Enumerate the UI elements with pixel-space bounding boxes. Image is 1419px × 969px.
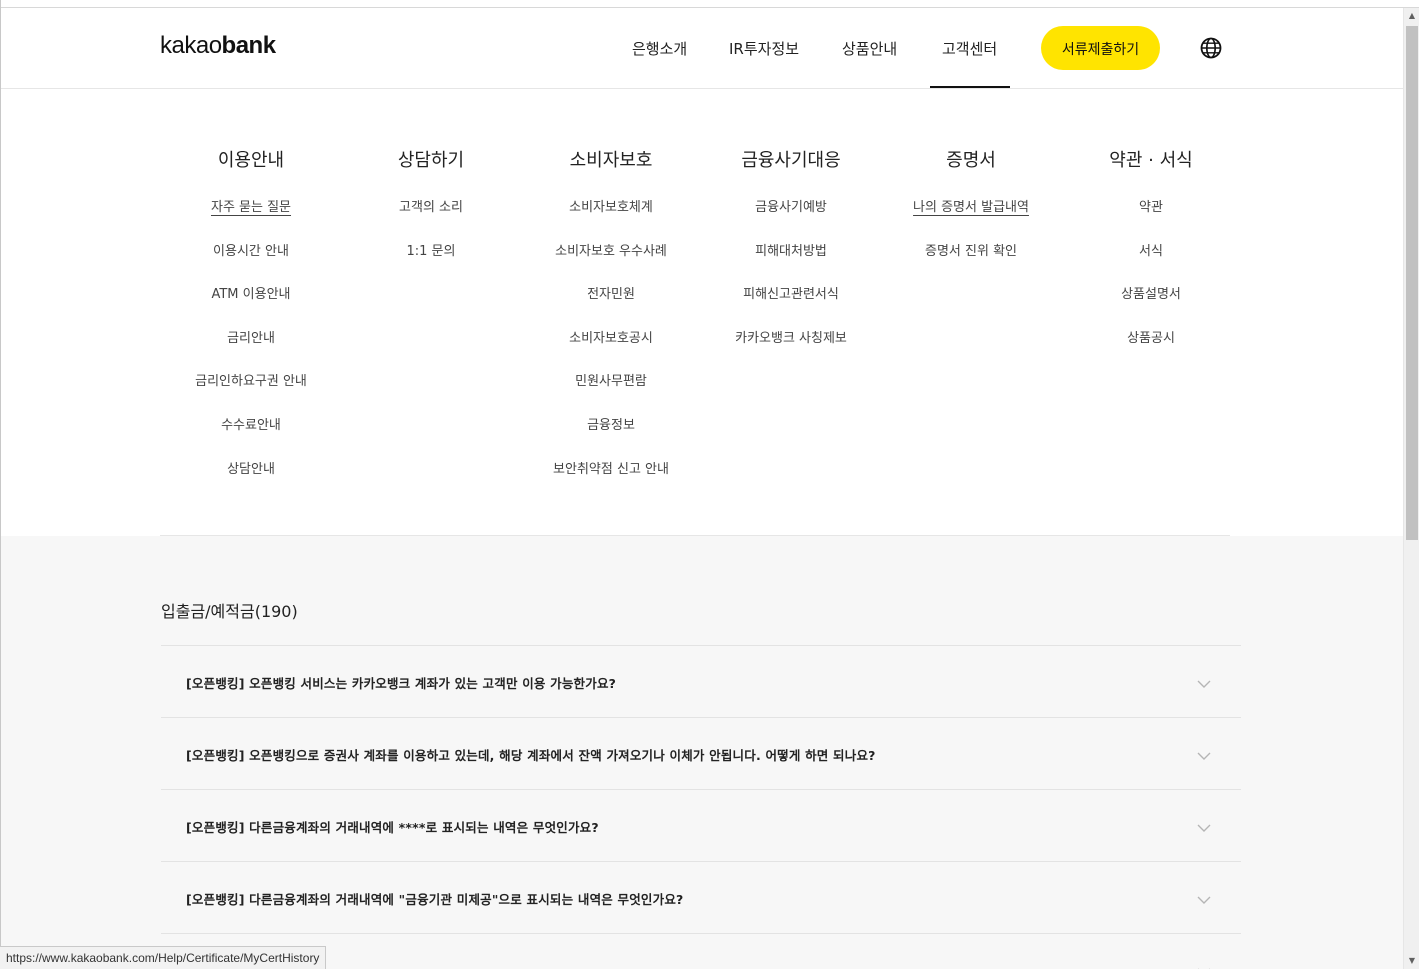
menu-column-fraud-response: 금융사기대응 금융사기예방 피해대처방법 피해신고관련서식 카카오뱅크 사칭제보 bbox=[701, 149, 881, 373]
menu-link-fraud-prevention[interactable]: 금융사기예방 bbox=[701, 199, 881, 243]
nav-item-ir[interactable]: IR투자정보 bbox=[729, 38, 799, 59]
menu-link-protection-system[interactable]: 소비자보호체계 bbox=[521, 199, 701, 243]
scrollbar-thumb[interactable] bbox=[1406, 26, 1418, 540]
window-left-edge bbox=[0, 0, 1, 969]
nav-item-customer-center[interactable]: 고객센터 bbox=[942, 38, 997, 59]
menu-link-vulnerability-report[interactable]: 보안취약점 신고 안내 bbox=[521, 461, 701, 505]
menu-link-cert-verify[interactable]: 증명서 진위 확인 bbox=[881, 243, 1061, 287]
faq-question: [오픈뱅킹] 오픈뱅킹 서비스는 카카오뱅크 계좌가 있는 고객만 이용 가능한… bbox=[186, 676, 617, 691]
faq-item[interactable]: [오픈뱅킹] 오픈뱅킹 서비스는 카카오뱅크 계좌가 있는 고객만 이용 가능한… bbox=[161, 645, 1241, 717]
submit-documents-button[interactable]: 서류제출하기 bbox=[1041, 26, 1160, 70]
menu-link-impersonation-report[interactable]: 카카오뱅크 사칭제보 bbox=[701, 330, 881, 374]
faq-item[interactable]: [오픈뱅킹] 다른금융계좌의 거래내역에 "금융기관 미제공"으로 표시되는 내… bbox=[161, 861, 1241, 933]
menu-link-product-description[interactable]: 상품설명서 bbox=[1061, 286, 1241, 330]
menu-column-title[interactable]: 이용안내 bbox=[161, 149, 341, 173]
chevron-down-icon[interactable] bbox=[1197, 746, 1211, 760]
chevron-down-icon[interactable] bbox=[1197, 818, 1211, 832]
menu-column-certificates: 증명서 나의 증명서 발급내역 증명서 진위 확인 bbox=[881, 149, 1061, 286]
menu-link-complaint-handbook[interactable]: 민원사무편람 bbox=[521, 373, 701, 417]
menu-link-fees[interactable]: 수수료안내 bbox=[161, 417, 341, 461]
menu-link-faq[interactable]: 자주 묻는 질문 bbox=[161, 199, 341, 243]
faq-list: [오픈뱅킹] 오픈뱅킹 서비스는 카카오뱅크 계좌가 있는 고객만 이용 가능한… bbox=[161, 645, 1241, 969]
menu-column-title[interactable]: 약관 · 서식 bbox=[1061, 149, 1241, 173]
nav-item-products[interactable]: 상품안내 bbox=[842, 38, 897, 59]
menu-column-title[interactable]: 소비자보호 bbox=[521, 149, 701, 173]
faq-item[interactable]: [오픈뱅킹] 다른금융계좌의 거래내역에 ****로 표시되는 내역은 무엇인가… bbox=[161, 789, 1241, 861]
chevron-down-icon[interactable] bbox=[1197, 962, 1211, 969]
chevron-down-icon[interactable] bbox=[1197, 674, 1211, 688]
menu-link-financial-info[interactable]: 금융정보 bbox=[521, 417, 701, 461]
site-header: kakaobank 은행소개 IR투자정보 상품안내 고객센터 서류제출하기 bbox=[0, 8, 1403, 89]
menu-column-terms-forms: 약관 · 서식 약관 서식 상품설명서 상품공시 bbox=[1061, 149, 1241, 373]
vertical-scrollbar[interactable]: ▲ ▼ bbox=[1403, 8, 1419, 969]
menu-column-title[interactable]: 상담하기 bbox=[341, 149, 521, 173]
nav-item-about[interactable]: 은행소개 bbox=[632, 38, 687, 59]
faq-question: [오픈뱅킹] 다른금융계좌의 거래내역에 "금융기관 미제공"으로 표시되는 내… bbox=[186, 892, 684, 907]
menu-link-terms[interactable]: 약관 bbox=[1061, 199, 1241, 243]
menu-column-consult: 상담하기 고객의 소리 1:1 문의 bbox=[341, 149, 521, 286]
menu-link-rates[interactable]: 금리안내 bbox=[161, 330, 341, 374]
main-nav: 은행소개 IR투자정보 상품안내 고객센터 서류제출하기 bbox=[0, 8, 1403, 88]
menu-link-consultation[interactable]: 상담안내 bbox=[161, 461, 341, 505]
menu-column-title[interactable]: 증명서 bbox=[881, 149, 1061, 173]
faq-question: [오픈뱅킹] 오픈뱅킹으로 증권사 계좌를 이용하고 있는데, 해당 계좌에서 … bbox=[186, 748, 876, 763]
menu-link-rate-cut-right[interactable]: 금리인하요구권 안내 bbox=[161, 373, 341, 417]
scroll-up-arrow-icon[interactable]: ▲ bbox=[1404, 8, 1419, 24]
menu-link-product-disclosure[interactable]: 상품공시 bbox=[1061, 330, 1241, 374]
faq-item[interactable]: [오픈뱅킹] 오픈뱅킹으로 증권사 계좌를 이용하고 있는데, 해당 계좌에서 … bbox=[161, 717, 1241, 789]
menu-link-best-practices[interactable]: 소비자보호 우수사례 bbox=[521, 243, 701, 287]
menu-link-report-forms[interactable]: 피해신고관련서식 bbox=[701, 286, 881, 330]
scroll-down-arrow-icon[interactable]: ▼ bbox=[1404, 953, 1419, 969]
menu-column-title[interactable]: 금융사기대응 bbox=[701, 149, 881, 173]
mega-menu: 이용안내 자주 묻는 질문 이용시간 안내 ATM 이용안내 금리안내 금리인하… bbox=[0, 89, 1403, 536]
chevron-down-icon[interactable] bbox=[1197, 890, 1211, 904]
menu-column-consumer-protection: 소비자보호 소비자보호체계 소비자보호 우수사례 전자민원 소비자보호공시 민원… bbox=[521, 149, 701, 504]
menu-link-protection-notice[interactable]: 소비자보호공시 bbox=[521, 330, 701, 374]
menu-link-atm[interactable]: ATM 이용안내 bbox=[161, 286, 341, 330]
menu-link-forms[interactable]: 서식 bbox=[1061, 243, 1241, 287]
menu-link-hours[interactable]: 이용시간 안내 bbox=[161, 243, 341, 287]
globe-icon[interactable] bbox=[1200, 37, 1222, 59]
window-top-edge bbox=[0, 0, 1419, 8]
link-status-bar: https://www.kakaobank.com/Help/Certifica… bbox=[0, 946, 327, 969]
menu-link-damage-response[interactable]: 피해대처방법 bbox=[701, 243, 881, 287]
menu-column-usage-guide: 이용안내 자주 묻는 질문 이용시간 안내 ATM 이용안내 금리안내 금리인하… bbox=[161, 149, 341, 504]
faq-category-title: 입출금/예적금(190) bbox=[161, 602, 298, 621]
faq-question: [오픈뱅킹] 다른금융계좌의 거래내역에 ****로 표시되는 내역은 무엇인가… bbox=[186, 820, 599, 835]
menu-link-voice-of-customer[interactable]: 고객의 소리 bbox=[341, 199, 521, 243]
browser-viewport: kakaobank 은행소개 IR투자정보 상품안내 고객센터 서류제출하기 이… bbox=[0, 0, 1419, 969]
faq-content: 입출금/예적금(190) [오픈뱅킹] 오픈뱅킹 서비스는 카카오뱅크 계좌가 … bbox=[0, 536, 1403, 969]
menu-link-one-on-one[interactable]: 1:1 문의 bbox=[341, 243, 521, 287]
nav-active-indicator bbox=[930, 86, 1010, 88]
menu-link-my-cert-history[interactable]: 나의 증명서 발급내역 bbox=[881, 199, 1061, 243]
menu-link-e-complaint[interactable]: 전자민원 bbox=[521, 286, 701, 330]
